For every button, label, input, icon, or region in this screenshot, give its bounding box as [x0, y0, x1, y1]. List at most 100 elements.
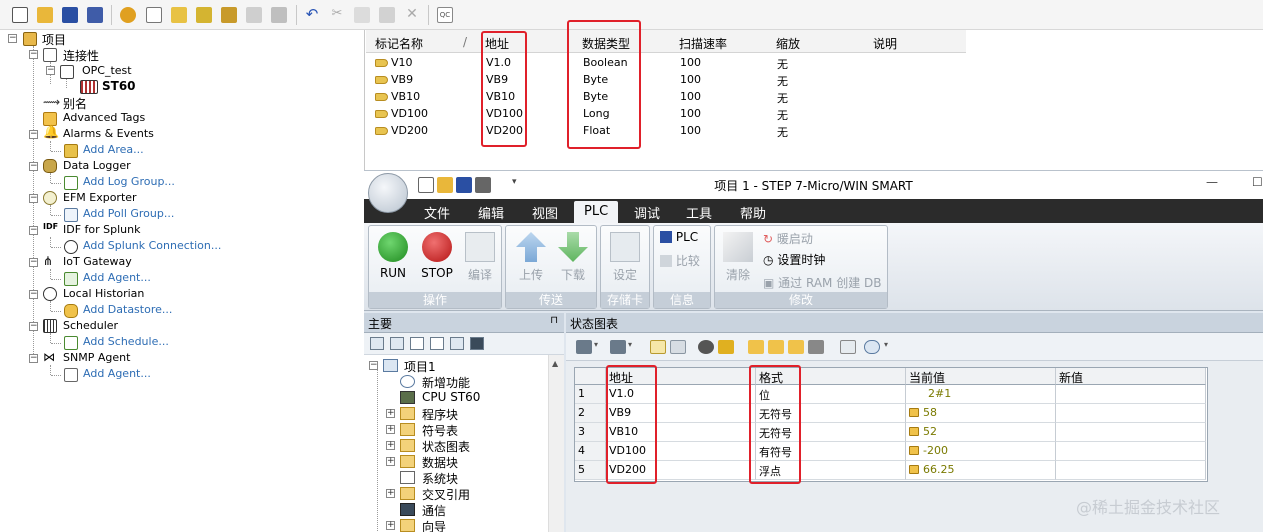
whats-new-node[interactable]: 新增功能 — [422, 374, 470, 391]
expand-toggle[interactable]: − — [46, 66, 55, 75]
tree-iot-gateway[interactable]: IoT Gateway — [63, 255, 132, 268]
tree-scheduler[interactable]: Scheduler — [63, 319, 118, 332]
print-icon[interactable] — [271, 7, 287, 23]
qa-print-icon[interactable] — [475, 177, 491, 193]
chart-execution-icon[interactable] — [650, 340, 666, 354]
save-as-icon[interactable] — [87, 7, 103, 23]
download-button[interactable]: 下载 — [554, 232, 592, 283]
cpu-node[interactable]: CPU ST60 — [422, 390, 480, 404]
quick-client-icon[interactable]: QC — [437, 7, 453, 23]
view-icon-5[interactable] — [450, 337, 464, 350]
tag-name[interactable]: V10 — [391, 56, 413, 69]
expand-toggle[interactable]: + — [386, 425, 395, 434]
status-chart-node[interactable]: 状态图表 — [422, 438, 470, 455]
add-tag-icon[interactable] — [196, 7, 212, 23]
expand-toggle[interactable]: − — [29, 162, 38, 171]
tree-local-historian[interactable]: Local Historian — [63, 287, 144, 300]
new-file-icon[interactable] — [12, 7, 28, 23]
expand-toggle[interactable]: + — [386, 457, 395, 466]
menu-tools[interactable]: 工具 — [686, 203, 712, 222]
tree-efm-exporter[interactable]: EFM Exporter — [63, 191, 137, 204]
expand-toggle[interactable]: − — [29, 354, 38, 363]
view-icon-3[interactable] — [410, 337, 424, 350]
tree-snmp-agent[interactable]: SNMP Agent — [63, 351, 130, 364]
add-folder-icon[interactable] — [171, 7, 187, 23]
clear-button[interactable]: 清除 — [719, 232, 757, 283]
expand-toggle[interactable]: − — [29, 258, 38, 267]
view-icon-2[interactable] — [390, 337, 404, 350]
lock-icon[interactable] — [748, 340, 764, 354]
menu-debug[interactable]: 调试 — [634, 203, 660, 222]
menu-plc[interactable]: PLC — [574, 201, 619, 223]
program-block-node[interactable]: 程序块 — [422, 406, 458, 423]
col-data-type[interactable]: 数据类型 — [582, 35, 630, 52]
expand-toggle[interactable]: − — [29, 130, 38, 139]
plc-info-button[interactable]: PLC — [660, 230, 698, 244]
communication-node[interactable]: 通信 — [422, 502, 446, 519]
tree-channel-opc-test[interactable]: OPC_test — [82, 64, 132, 77]
expand-toggle[interactable]: − — [29, 50, 38, 59]
tree-add-schedule[interactable]: Add Schedule... — [83, 335, 169, 348]
table-icon[interactable] — [146, 7, 162, 23]
cross-reference-node[interactable]: 交叉引用 — [422, 486, 470, 503]
cell-address[interactable]: VB10 — [606, 423, 756, 442]
menu-help[interactable]: 帮助 — [740, 203, 766, 222]
read-forced-icon[interactable] — [808, 340, 824, 354]
cell-format[interactable]: 浮点 — [756, 461, 906, 480]
expand-toggle[interactable]: + — [386, 409, 395, 418]
expand-toggle[interactable]: + — [386, 521, 395, 530]
tree-add-splunk-connection[interactable]: Add Splunk Connection... — [83, 239, 221, 252]
tree-add-area[interactable]: Add Area... — [83, 143, 144, 156]
cell-address[interactable]: V1.0 — [606, 385, 756, 404]
save-icon[interactable] — [62, 7, 78, 23]
tree-aliases[interactable]: 别名 — [63, 95, 87, 112]
compile-button[interactable]: 编译 — [461, 232, 499, 283]
stop-button[interactable]: STOP — [417, 232, 457, 280]
tree-device-st60[interactable]: ST60 — [102, 79, 136, 93]
tree-advanced-tags[interactable]: Advanced Tags — [63, 111, 145, 124]
compare-button[interactable]: 比较 — [660, 252, 700, 269]
cell-new-value[interactable] — [1056, 404, 1206, 423]
unlock-all-icon[interactable] — [788, 340, 804, 354]
col-current-value[interactable]: 当前值 — [906, 368, 1056, 385]
dropdown-icon[interactable]: ▾ — [628, 340, 636, 354]
tree-add-log-group[interactable]: Add Log Group... — [83, 175, 175, 188]
menu-view[interactable]: 视图 — [532, 203, 558, 222]
expand-toggle[interactable]: + — [386, 489, 395, 498]
col-format[interactable]: 格式 — [756, 368, 906, 385]
symbol-table-node[interactable]: 符号表 — [422, 422, 458, 439]
tree-add-datastore[interactable]: Add Datastore... — [83, 303, 172, 316]
tree-connectivity[interactable]: 连接性 — [63, 47, 99, 64]
cell-new-value[interactable] — [1056, 423, 1206, 442]
cell-new-value[interactable] — [1056, 385, 1206, 404]
set-clock-button[interactable]: ◷ 设置时钟 — [763, 251, 825, 268]
main-panel-scrollbar[interactable]: ▲ — [548, 355, 564, 532]
undo-icon[interactable]: ↶ — [304, 7, 320, 23]
cell-address[interactable]: VB9 — [606, 404, 756, 423]
data-block-node[interactable]: 数据块 — [422, 454, 458, 471]
col-new-value[interactable]: 新值 — [1056, 368, 1206, 385]
dropdown-icon[interactable]: ▾ — [884, 340, 892, 354]
tree-idf-splunk[interactable]: IDF for Splunk — [63, 223, 141, 236]
tree-alarms-events[interactable]: Alarms & Events — [63, 127, 154, 140]
tree-add-iot-agent[interactable]: Add Agent... — [83, 271, 151, 284]
cell-address[interactable]: VD100 — [606, 442, 756, 461]
tree-data-logger[interactable]: Data Logger — [63, 159, 131, 172]
monitor-icon[interactable] — [470, 337, 484, 350]
dropdown-icon[interactable]: ▾ — [594, 340, 602, 354]
minimize-icon[interactable]: — — [1206, 175, 1218, 189]
menu-file[interactable]: 文件 — [424, 203, 450, 222]
expand-toggle[interactable]: − — [29, 290, 38, 299]
expand-toggle[interactable]: + — [386, 441, 395, 450]
tree-project[interactable]: 项目 — [42, 31, 66, 48]
cell-format[interactable]: 无符号 — [756, 423, 906, 442]
trend-view-icon[interactable] — [840, 340, 856, 354]
tag-name[interactable]: VB9 — [391, 73, 413, 86]
insert-row-icon[interactable] — [576, 340, 592, 354]
col-scaling[interactable]: 缩放 — [776, 35, 800, 52]
delete-row-icon[interactable] — [610, 340, 626, 354]
settings-gear-icon[interactable] — [120, 7, 136, 23]
tag-name[interactable]: VB10 — [391, 90, 420, 103]
tooltip-icon[interactable] — [864, 340, 880, 354]
cell-new-value[interactable] — [1056, 461, 1206, 480]
